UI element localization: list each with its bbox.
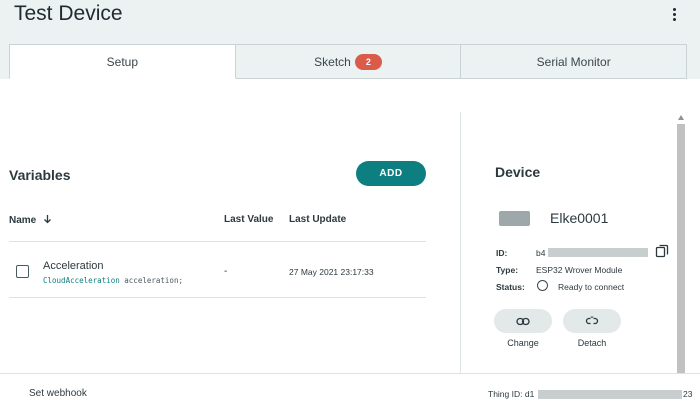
device-name: Elke0001 bbox=[550, 210, 609, 226]
column-header-last-value: Last Value bbox=[224, 214, 274, 225]
change-device-button[interactable] bbox=[494, 309, 552, 333]
tab-serial-monitor-label: Serial Monitor bbox=[536, 54, 611, 69]
variable-type: CloudAcceleration bbox=[43, 276, 120, 285]
footer-divider bbox=[0, 373, 700, 374]
column-name-label: Name bbox=[9, 215, 37, 226]
device-status-label: Status: bbox=[496, 282, 525, 292]
device-status-value: Ready to connect bbox=[558, 282, 625, 292]
row-checkbox[interactable] bbox=[16, 265, 29, 278]
unlink-icon bbox=[585, 316, 599, 325]
table-header-divider bbox=[9, 241, 426, 242]
variable-declaration: CloudAcceleration acceleration; bbox=[43, 276, 183, 285]
thing-id-suffix: 23 bbox=[683, 389, 693, 399]
redacted-thing-id bbox=[538, 390, 682, 399]
panel-divider bbox=[460, 112, 461, 374]
table-row-divider bbox=[9, 297, 426, 298]
kebab-menu-icon[interactable] bbox=[668, 6, 680, 22]
device-heading: Device bbox=[495, 164, 541, 180]
column-header-name[interactable]: Name bbox=[9, 214, 52, 226]
device-id-label: ID: bbox=[496, 248, 508, 258]
page-title: Test Device bbox=[14, 2, 123, 25]
arrow-down-icon bbox=[44, 215, 51, 224]
link-icon bbox=[516, 317, 530, 325]
thing-id-prefix: d1 bbox=[524, 389, 535, 399]
scroll-up-arrow-icon[interactable] bbox=[678, 115, 684, 120]
variable-name: Acceleration bbox=[43, 260, 104, 272]
device-type-label: Type: bbox=[496, 265, 519, 275]
detach-device-label: Detach bbox=[577, 338, 607, 348]
tab-bar: Setup Sketch 2 Serial Monitor bbox=[9, 44, 688, 79]
top-bar: Test Device Setup Sketch 2 Serial Monito… bbox=[0, 0, 700, 79]
tab-sketch[interactable]: Sketch 2 bbox=[235, 44, 462, 79]
device-type-value: ESP32 Wrover Module bbox=[536, 265, 623, 275]
variable-decl-name: acceleration; bbox=[124, 276, 183, 285]
thing-id: Thing ID: d1 bbox=[488, 389, 534, 399]
set-webhook-link[interactable]: Set webhook bbox=[29, 388, 87, 399]
variable-last-value: - bbox=[224, 266, 228, 277]
sketch-count-badge: 2 bbox=[354, 53, 382, 70]
tab-setup[interactable]: Setup bbox=[9, 44, 236, 79]
device-id-value: b4 bbox=[536, 248, 546, 258]
detach-device-button[interactable] bbox=[563, 309, 621, 333]
tab-sketch-label: Sketch bbox=[314, 54, 351, 69]
tab-setup-label: Setup bbox=[106, 54, 139, 69]
thing-id-label: Thing ID: bbox=[488, 389, 523, 399]
scrollbar-thumb[interactable] bbox=[677, 124, 685, 374]
device-board-icon bbox=[499, 211, 530, 226]
copy-icon[interactable] bbox=[655, 244, 669, 258]
column-header-last-update: Last Update bbox=[289, 214, 347, 225]
tab-serial-monitor[interactable]: Serial Monitor bbox=[461, 44, 688, 79]
change-device-label: Change bbox=[507, 338, 539, 348]
add-variable-button[interactable]: ADD bbox=[356, 161, 426, 186]
redacted-device-id bbox=[548, 248, 648, 257]
variables-heading: Variables bbox=[9, 167, 71, 183]
status-indicator-icon bbox=[537, 280, 548, 291]
variable-last-update: 27 May 2021 23:17:33 bbox=[289, 267, 374, 277]
